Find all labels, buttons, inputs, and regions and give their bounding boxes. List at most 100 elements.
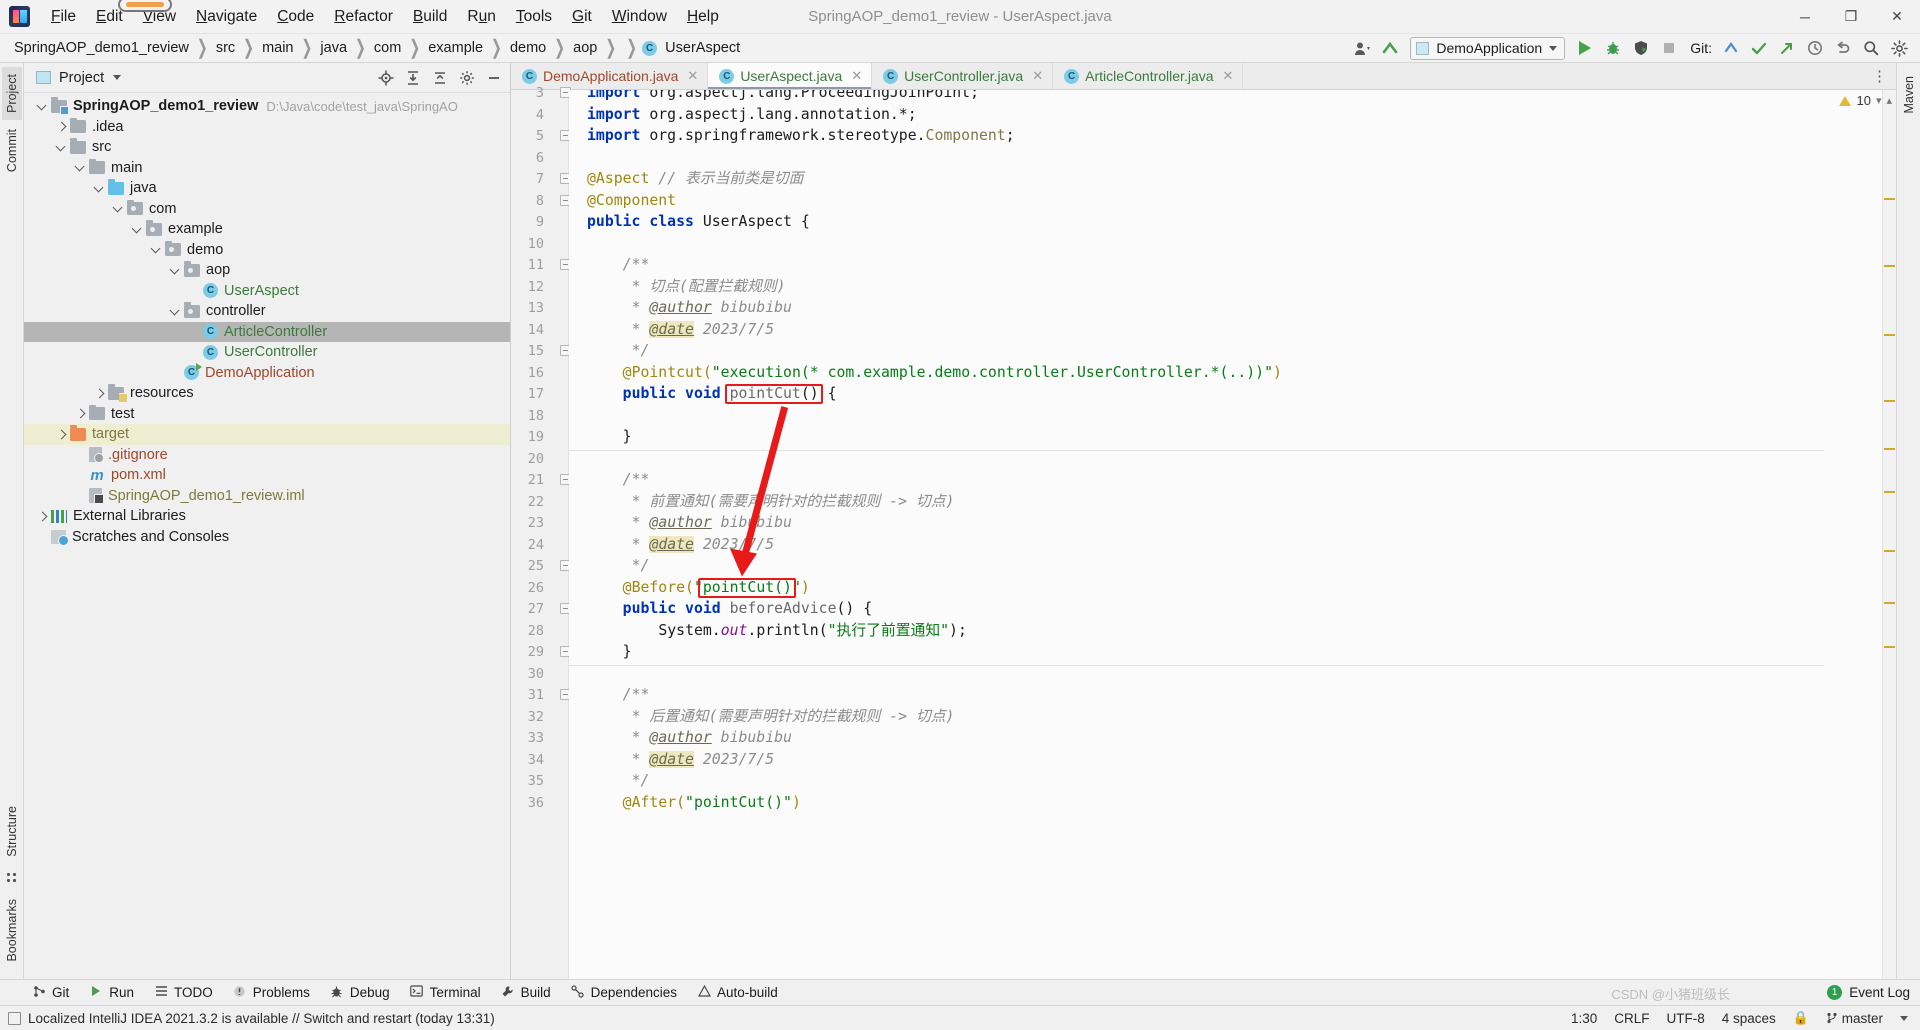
tree-node-target[interactable]: target <box>24 424 510 445</box>
breadcrumb-item-src[interactable]: src <box>213 39 238 57</box>
chevron-down-icon[interactable] <box>113 75 122 80</box>
breadcrumb-item-demo[interactable]: demo <box>507 39 549 57</box>
tree-node-demoapplication[interactable]: C DemoApplication <box>24 363 510 384</box>
sidebar-item-bookmarks[interactable]: Bookmarks <box>2 892 22 969</box>
menu-build[interactable]: Build <box>403 5 457 29</box>
maximize-button[interactable]: ❐ <box>1828 0 1874 34</box>
settings-icon[interactable] <box>455 66 479 90</box>
menu-tools[interactable]: Tools <box>506 5 562 29</box>
code-line[interactable]: * @date 2023/7/5 <box>623 319 774 341</box>
menu-file[interactable]: File <box>41 5 86 29</box>
code-line[interactable]: * @date 2023/7/5 <box>623 749 774 771</box>
breadcrumb-item-example[interactable]: example <box>425 39 486 57</box>
event-log-button[interactable]: 1 Event Log <box>1827 985 1920 1000</box>
tool-button-auto-build[interactable]: Auto-build <box>689 984 790 1000</box>
tree-toggle-icon[interactable] <box>93 182 106 195</box>
more-options-icon[interactable]: ⋮ <box>1872 67 1888 85</box>
tree-node-usercontroller[interactable]: C UserController <box>24 342 510 363</box>
code-line[interactable]: @Before("pointCut()") <box>623 577 810 599</box>
menu-navigate[interactable]: Navigate <box>186 5 267 29</box>
tree-toggle-icon[interactable] <box>55 141 68 154</box>
code-line[interactable]: import org.aspectj.lang.ProceedingJoinPo… <box>587 90 979 104</box>
code-line[interactable]: public void pointCut() { <box>623 383 837 405</box>
code-line[interactable]: */ <box>623 340 650 362</box>
tool-button-build[interactable]: Build <box>493 985 563 1001</box>
code-line[interactable]: @Aspect // 表示当前类是切面 <box>587 168 803 190</box>
tree-toggle-icon[interactable] <box>131 223 144 236</box>
code-line[interactable]: /** <box>623 684 650 706</box>
menu-run[interactable]: Run <box>457 5 505 29</box>
tree-node-test[interactable]: test <box>24 404 510 425</box>
tool-button-git[interactable]: Git <box>24 985 81 1001</box>
tree-node-com[interactable]: com <box>24 199 510 220</box>
tree-node-scratches-and-consoles[interactable]: Scratches and Consoles <box>24 527 510 548</box>
tool-button-todo[interactable]: TODO <box>146 985 225 1000</box>
breadcrumb-item-java[interactable]: java <box>317 39 350 57</box>
project-tree[interactable]: SpringAOP_demo1_review D:\Java\code\test_… <box>24 93 510 979</box>
tree-node--idea[interactable]: .idea <box>24 117 510 138</box>
code-line[interactable]: /** <box>623 469 650 491</box>
tree-toggle-icon[interactable] <box>74 407 87 420</box>
expand-all-icon[interactable] <box>401 66 425 90</box>
git-push-icon[interactable] <box>1774 36 1800 61</box>
line-separator[interactable]: CRLF <box>1614 1011 1649 1026</box>
run-with-coverage-icon[interactable] <box>1628 36 1654 61</box>
bookmarks-icon[interactable] <box>6 872 17 884</box>
settings-icon[interactable] <box>1886 36 1912 61</box>
tool-button-debug[interactable]: Debug <box>322 985 402 1001</box>
chevron-down-icon[interactable]: ▾ <box>1876 94 1882 107</box>
tree-toggle-icon[interactable] <box>36 100 49 113</box>
tree-node-controller[interactable]: controller <box>24 301 510 322</box>
code-line[interactable]: * @date 2023/7/5 <box>623 534 774 556</box>
user-icon[interactable] <box>1349 36 1375 61</box>
tree-node-pom-xml[interactable]: m pom.xml <box>24 465 510 486</box>
breadcrumb-current-class[interactable]: ❯ C UserAspect <box>621 36 743 59</box>
git-branch-widget[interactable]: master <box>1826 1011 1883 1026</box>
run-icon[interactable] <box>1572 36 1598 61</box>
tree-toggle-icon[interactable] <box>74 161 87 174</box>
code-line[interactable]: */ <box>623 770 650 792</box>
editor-tab-useraspect-java[interactable]: C UserAspect.java ✕ <box>708 63 873 89</box>
editor-tabs-overflow[interactable]: ⋮ <box>1864 63 1896 89</box>
tool-button-terminal[interactable]: Terminal <box>402 985 493 1000</box>
tree-toggle-icon[interactable] <box>55 120 68 133</box>
menu-window[interactable]: Window <box>602 5 677 29</box>
hide-panel-icon[interactable] <box>482 66 506 90</box>
tool-button-run[interactable]: Run <box>81 985 146 1000</box>
code-line[interactable]: @Pointcut("execution(* com.example.demo.… <box>623 362 1282 384</box>
chevron-down-icon[interactable] <box>1900 1015 1908 1021</box>
close-tab-icon[interactable]: ✕ <box>1223 68 1234 84</box>
tree-toggle-icon[interactable] <box>150 243 163 256</box>
sidebar-item-project[interactable]: Project <box>1 67 22 120</box>
collapse-all-icon[interactable] <box>428 66 452 90</box>
code-line[interactable]: @Component <box>587 190 676 212</box>
tool-button-problems[interactable]: Problems <box>225 985 322 1001</box>
code-line[interactable]: System.out.println("执行了前置通知"); <box>658 620 967 642</box>
error-stripe[interactable]: 10 ▾ ▴ <box>1839 90 1896 979</box>
inspection-widget[interactable]: 10 ▾ ▴ <box>1839 93 1892 108</box>
debug-icon[interactable] <box>1600 36 1626 61</box>
sidebar-item-commit[interactable]: Commit <box>2 122 22 179</box>
close-tab-icon[interactable]: ✕ <box>851 68 862 84</box>
tree-node-springaop-demo1-review[interactable]: SpringAOP_demo1_review D:\Java\code\test_… <box>24 96 510 117</box>
read-only-lock-icon[interactable]: 🔒 <box>1793 1010 1809 1026</box>
code-line[interactable]: * @author bibubibu <box>623 727 792 749</box>
tree-toggle-icon[interactable] <box>169 264 182 277</box>
drag-handle-cursor[interactable] <box>118 0 172 12</box>
breadcrumb-item-aop[interactable]: aop <box>570 39 600 57</box>
file-encoding[interactable]: UTF-8 <box>1666 1011 1704 1026</box>
code-line[interactable]: * 后置通知(需要声明针对的拦截规则 -> 切点) <box>623 706 955 728</box>
breadcrumb-item-com[interactable]: com <box>371 39 404 57</box>
tree-node--gitignore[interactable]: .gitignore <box>24 445 510 466</box>
menu-refactor[interactable]: Refactor <box>324 5 403 29</box>
code-content[interactable]: import org.aspectj.lang.ProceedingJoinPo… <box>569 90 1882 979</box>
editor-tab-articlecontroller-java[interactable]: C ArticleController.java ✕ <box>1053 63 1244 89</box>
close-tab-icon[interactable]: ✕ <box>1032 68 1043 84</box>
tree-node-external-libraries[interactable]: External Libraries <box>24 506 510 527</box>
menu-git[interactable]: Git <box>562 5 602 29</box>
tree-node-main[interactable]: main <box>24 158 510 179</box>
tree-node-articlecontroller[interactable]: C ArticleController <box>24 321 510 342</box>
status-message[interactable]: Localized IntelliJ IDEA 2021.3.2 is avai… <box>28 1011 495 1026</box>
sidebar-item-structure[interactable]: Structure <box>2 799 22 864</box>
code-line[interactable]: import org.springframework.stereotype.Co… <box>587 125 1015 147</box>
